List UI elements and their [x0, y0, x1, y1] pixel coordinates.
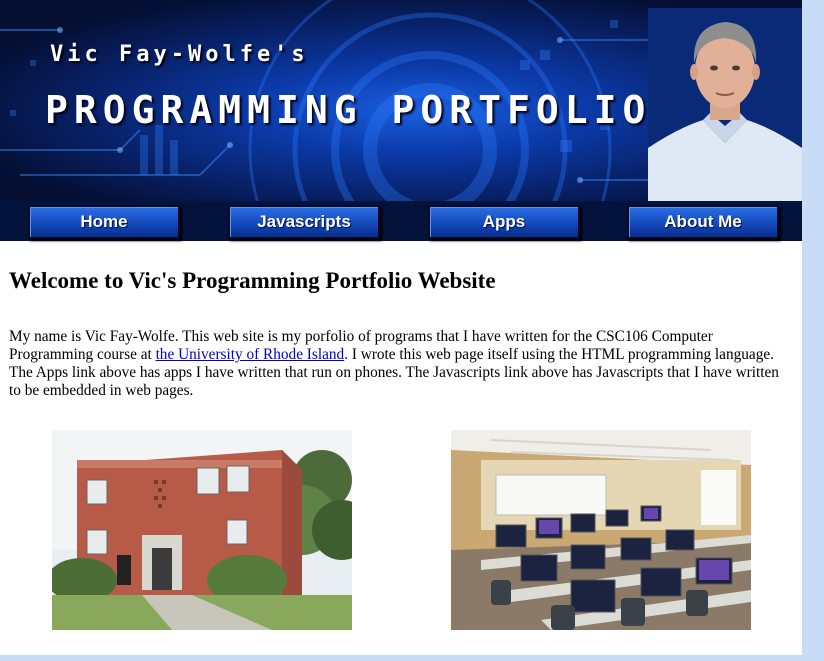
- portrait-photo: [648, 8, 802, 201]
- nav-home-button[interactable]: Home: [28, 205, 180, 239]
- nav-bar: Home Javascripts Apps About Me: [0, 201, 802, 241]
- nav-apps-button[interactable]: Apps: [428, 205, 580, 239]
- nav-javascripts-button[interactable]: Javascripts: [228, 205, 380, 239]
- building-photo: [52, 430, 352, 630]
- page-heading: Welcome to Vic's Programming Portfolio W…: [9, 268, 496, 293]
- nav-about-me-button[interactable]: About Me: [627, 205, 779, 239]
- computer-lab-photo: [451, 430, 751, 630]
- banner-owner-name: Vic Fay-Wolfe's: [50, 42, 309, 67]
- uri-link[interactable]: the University of Rhode Island: [156, 346, 345, 363]
- page: Vic Fay-Wolfe's PROGRAMMING PORTFOLIO Ho…: [0, 0, 802, 655]
- banner-title: PROGRAMMING PORTFOLIO: [45, 88, 652, 132]
- banner: Vic Fay-Wolfe's PROGRAMMING PORTFOLIO: [0, 0, 802, 201]
- intro-paragraph: My name is Vic Fay-Wolfe. This web site …: [9, 328, 794, 400]
